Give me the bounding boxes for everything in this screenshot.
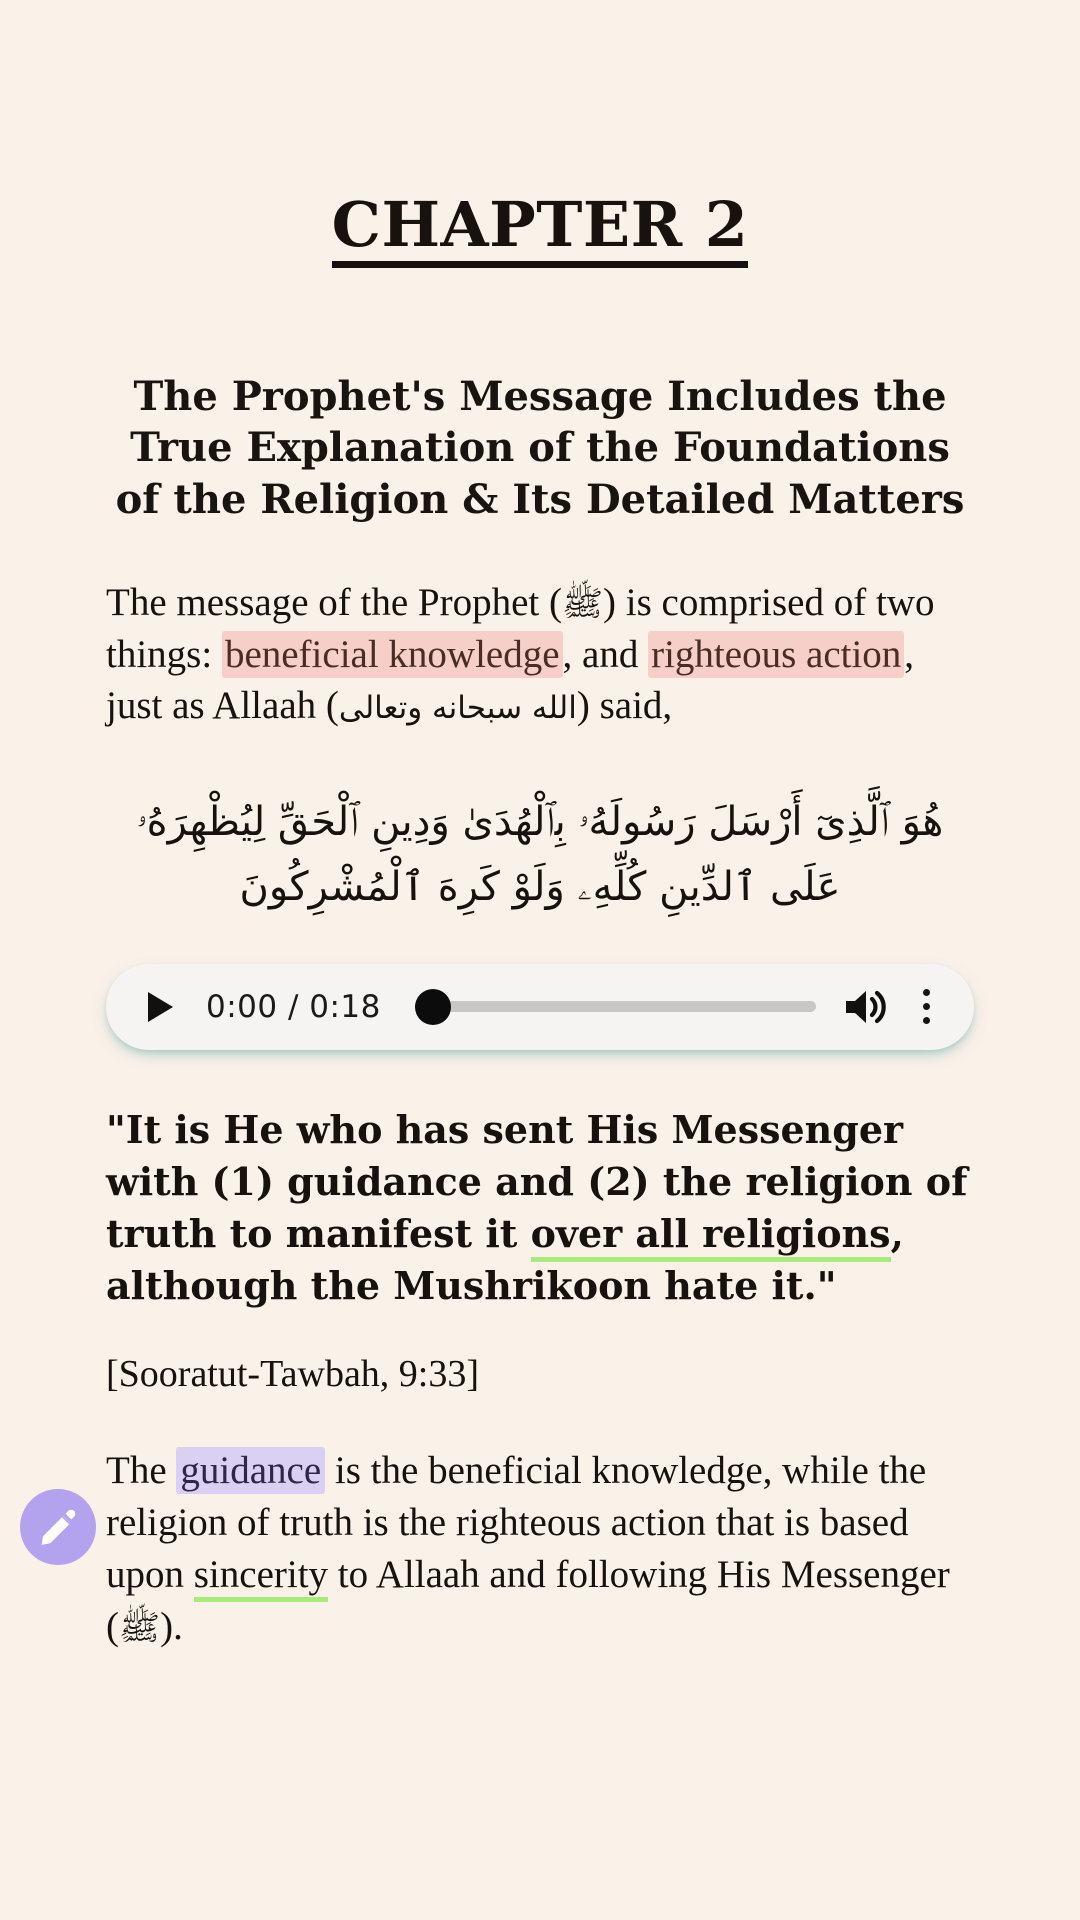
- intro-paragraph: The message of the Prophet (ﷺ) is compri…: [106, 577, 974, 733]
- explanation-text-4: ).: [160, 1605, 183, 1649]
- arabic-honorific-subhanahu-wa-taala: الله سبحانه وتعالى: [338, 690, 577, 727]
- intro-text-5: ) said,: [576, 684, 673, 728]
- progress-thumb[interactable]: [414, 988, 451, 1025]
- edit-fab-button[interactable]: [20, 1489, 96, 1565]
- progress-track: [414, 1001, 816, 1013]
- volume-icon: [846, 990, 886, 1023]
- explanation-paragraph: The guidance is the beneficial knowledge…: [106, 1445, 974, 1652]
- ayah-line-1: هُوَ ٱلَّذِىٓ أَرْسَلَ رَسُولَهُۥ بِٱلْه…: [136, 799, 944, 846]
- quote-citation: [Sooratut-Tawbah, 9:33]: [106, 1353, 480, 1396]
- kebab-menu-icon: [922, 989, 930, 997]
- play-icon: [147, 991, 173, 1022]
- highlight-righteous-action: righteous action: [648, 630, 905, 678]
- kebab-menu-icon: [922, 1003, 930, 1011]
- audio-time-display: 0:00 / 0:18: [206, 988, 381, 1025]
- play-button[interactable]: [140, 987, 180, 1027]
- explanation-text-1: The: [106, 1449, 177, 1493]
- highlight-guidance: guidance: [176, 1447, 326, 1495]
- quran-ayah: هُوَ ٱلَّذِىٓ أَرْسَلَ رَسُولَهُۥ بِٱلْه…: [106, 790, 974, 920]
- more-options-button[interactable]: [908, 984, 944, 1030]
- sallallahu-alayhi-wasallam-icon: ﷺ: [561, 583, 604, 624]
- intro-text-1: The message of the Prophet (: [106, 580, 562, 624]
- chapter-title: CHAPTER 2: [331, 191, 749, 268]
- sallallahu-alayhi-wasallam-icon: ﷺ: [119, 1608, 161, 1649]
- underline-sincerity: sincerity: [193, 1553, 329, 1603]
- underline-over-all-religions: over all religions: [530, 1210, 891, 1262]
- chapter-subtitle: The Prophet's Message Includes the True …: [115, 373, 965, 523]
- reader-page: CHAPTER 2 The Prophet's Message Includes…: [0, 0, 1080, 1920]
- kebab-menu-icon: [922, 1017, 930, 1025]
- chapter-title-container: CHAPTER 2: [106, 0, 974, 309]
- translation-quote: "It is He who has sent His Messenger wit…: [106, 1104, 974, 1312]
- pencil-icon: [41, 1509, 76, 1545]
- ayah-line-2: عَلَى ٱلدِّينِ كُلِّهِۦ وَلَوْ كَرِهَ ٱل…: [239, 864, 841, 911]
- highlight-beneficial-knowledge: beneficial knowledge: [221, 630, 563, 678]
- audio-player-container: 0:00 / 0:18: [106, 963, 974, 1050]
- audio-progress-slider[interactable]: [414, 987, 816, 1027]
- audio-player[interactable]: 0:00 / 0:18: [106, 963, 974, 1050]
- intro-text-3: , and: [562, 632, 649, 676]
- volume-button[interactable]: [842, 984, 894, 1030]
